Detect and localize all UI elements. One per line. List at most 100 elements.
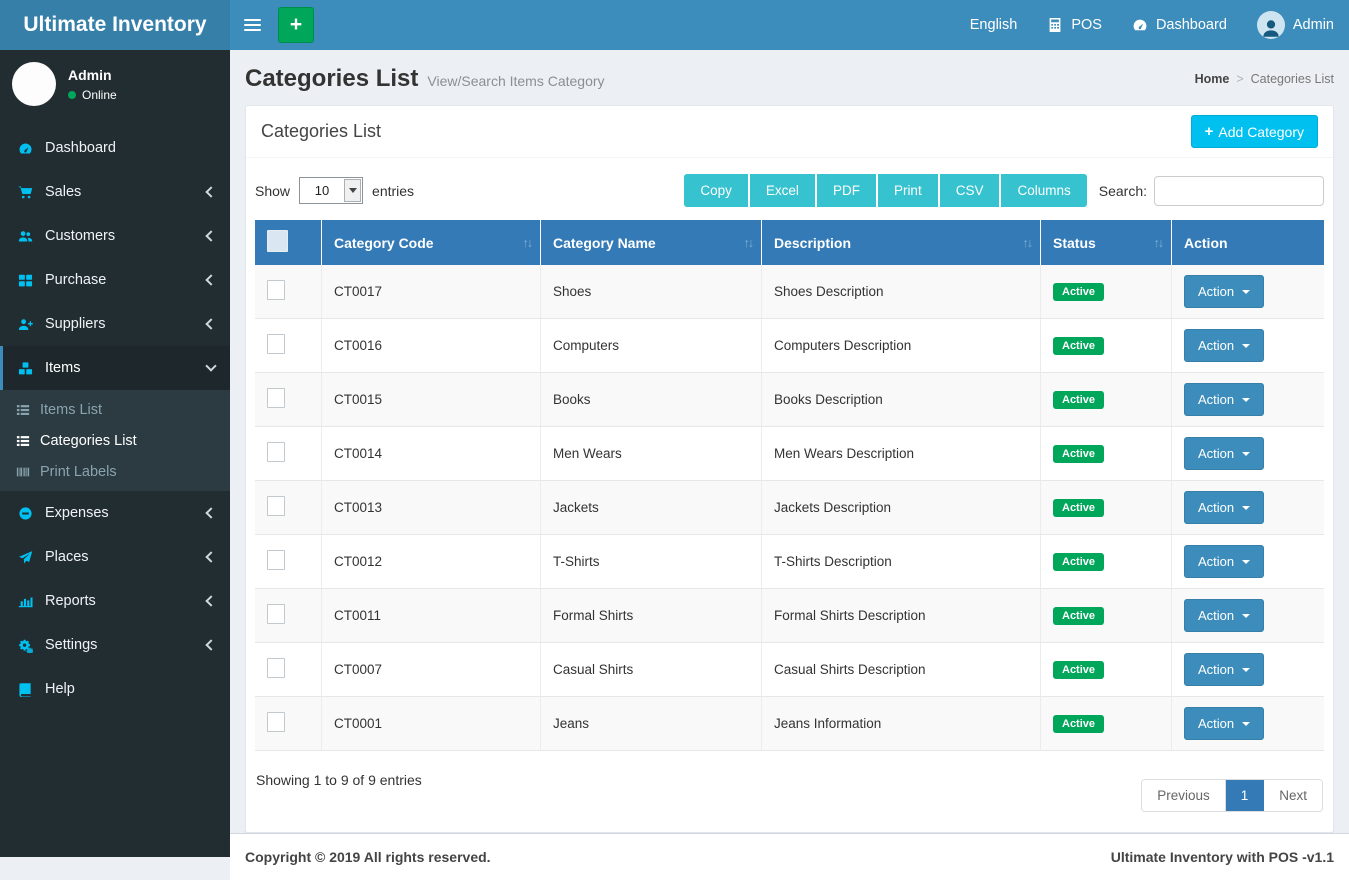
sidebar-item-purchase[interactable]: Purchase — [0, 258, 230, 302]
caret-down-icon — [1242, 343, 1251, 348]
row-action-button[interactable]: Action — [1184, 491, 1265, 524]
brand-logo[interactable]: Ultimate Inventory — [0, 0, 230, 50]
user-status[interactable]: Online — [68, 88, 117, 102]
sidebar-item-customers[interactable]: Customers — [0, 214, 230, 258]
sidebar-item-help[interactable]: Help — [0, 667, 230, 711]
search-input[interactable] — [1154, 175, 1324, 206]
quick-add-button[interactable]: + — [278, 7, 314, 43]
cell-category-code: CT0016 — [322, 319, 541, 373]
sidebar-item-items[interactable]: Items — [0, 346, 230, 390]
caret-down-icon — [1242, 397, 1251, 402]
columns-export-button[interactable]: Columns — [1001, 174, 1087, 207]
sidebar-item-label: Help — [45, 681, 75, 697]
row-action-button[interactable]: Action — [1184, 545, 1265, 578]
navbar-item-admin[interactable]: Admin — [1242, 0, 1349, 50]
row-action-button[interactable]: Action — [1184, 599, 1265, 632]
caret-down-icon — [1242, 289, 1251, 294]
sidebar-item-suppliers[interactable]: Suppliers — [0, 302, 230, 346]
column-header-status[interactable]: Status ↑↓ — [1041, 220, 1172, 265]
sidebar-subitem-items-list[interactable]: Items List — [0, 394, 230, 425]
print-export-button[interactable]: Print — [877, 174, 940, 207]
cell-category-name: Casual Shirts — [541, 643, 762, 697]
cell-category-name: Men Wears — [541, 427, 762, 481]
status-badge: Active — [1053, 714, 1105, 733]
sidebar-toggle-icon[interactable] — [230, 0, 274, 50]
row-action-button[interactable]: Action — [1184, 653, 1265, 686]
pagination-previous-button[interactable]: Previous — [1142, 780, 1226, 811]
navbar-item-label: English — [969, 17, 1018, 33]
table-row: CT0015 Books Books Description Active Ac… — [255, 373, 1324, 427]
select-all-checkbox[interactable] — [267, 230, 288, 252]
chevron-icon — [205, 507, 217, 519]
sidebar-item-places[interactable]: Places — [0, 535, 230, 579]
cell-status: Active — [1041, 535, 1172, 589]
cell-category-code: CT0001 — [322, 697, 541, 751]
row-checkbox[interactable] — [267, 712, 285, 732]
excel-export-button[interactable]: Excel — [749, 174, 817, 207]
csv-export-button[interactable]: CSV — [939, 174, 1002, 207]
row-action-button[interactable]: Action — [1184, 437, 1265, 470]
user-avatar — [1256, 11, 1285, 39]
row-action-button[interactable]: Action — [1184, 329, 1265, 362]
cubes-icon — [18, 361, 45, 376]
sidebar-item-label: Items — [45, 360, 81, 376]
row-checkbox[interactable] — [267, 550, 285, 570]
cell-status: Active — [1041, 373, 1172, 427]
sidebar-item-settings[interactable]: Settings — [0, 623, 230, 667]
status-badge: Active — [1053, 336, 1105, 355]
sidebar-item-dashboard[interactable]: Dashboard — [0, 126, 230, 170]
navbar-item-dashboard[interactable]: Dashboard — [1117, 0, 1242, 50]
row-checkbox[interactable] — [267, 496, 285, 516]
sidebar-subitem-categories-list[interactable]: Categories List — [0, 425, 230, 456]
entries-select[interactable]: 10 — [299, 177, 364, 204]
row-checkbox[interactable] — [267, 604, 285, 624]
home-icon — [1174, 72, 1188, 86]
dashboard-icon — [18, 141, 45, 156]
row-checkbox[interactable] — [267, 442, 285, 462]
row-checkbox[interactable] — [267, 280, 285, 300]
cell-description: Computers Description — [762, 319, 1041, 373]
sidebar-subitem-label: Categories List — [40, 432, 137, 449]
sort-icon: ↑↓ — [522, 235, 533, 250]
add-category-button[interactable]: + Add Category — [1190, 115, 1318, 148]
cell-action: Action — [1172, 643, 1324, 697]
row-checkbox-cell — [255, 481, 322, 535]
cell-category-name: Shoes — [541, 265, 762, 319]
column-header-description[interactable]: Description ↑↓ — [762, 220, 1041, 265]
row-checkbox[interactable] — [267, 334, 285, 354]
pagination-page-1-button[interactable]: 1 — [1225, 780, 1265, 811]
cell-description: Books Description — [762, 373, 1041, 427]
sidebar-item-label: Purchase — [45, 272, 107, 288]
table-row: CT0016 Computers Computers Description A… — [255, 319, 1324, 373]
row-checkbox[interactable] — [267, 658, 285, 678]
chevron-icon — [205, 595, 217, 607]
cell-description: Jeans Information — [762, 697, 1041, 751]
navbar-item-pos[interactable]: POS — [1032, 0, 1117, 50]
navbar-item-english[interactable]: English — [955, 0, 1033, 50]
navbar-item-label: Admin — [1292, 17, 1334, 33]
pdf-export-button[interactable]: PDF — [816, 174, 878, 207]
sidebar-item-reports[interactable]: Reports — [0, 579, 230, 623]
column-header-category-name[interactable]: Category Name ↑↓ — [541, 220, 762, 265]
pagination-next-button[interactable]: Next — [1264, 780, 1322, 811]
sidebar-item-expenses[interactable]: Expenses — [0, 491, 230, 535]
sidebar-subitem-print-labels[interactable]: Print Labels — [0, 456, 230, 487]
grid-icon — [18, 273, 45, 288]
cell-status: Active — [1041, 319, 1172, 373]
caret-down-icon — [1242, 505, 1251, 510]
cell-category-code: CT0007 — [322, 643, 541, 697]
copy-export-button[interactable]: Copy — [684, 174, 750, 207]
row-action-button[interactable]: Action — [1184, 383, 1265, 416]
breadcrumb-home-link[interactable]: Home — [1195, 72, 1230, 86]
gears-icon — [18, 638, 45, 653]
cell-category-name: Jackets — [541, 481, 762, 535]
row-action-button[interactable]: Action — [1184, 707, 1265, 740]
table-header: Category Code ↑↓ Category Name ↑↓ Descriptio… — [255, 220, 1324, 265]
cell-description: Formal Shirts Description — [762, 589, 1041, 643]
sidebar-item-label: Reports — [45, 593, 96, 609]
sidebar-item-sales[interactable]: Sales — [0, 170, 230, 214]
row-checkbox[interactable] — [267, 388, 285, 408]
row-action-button[interactable]: Action — [1184, 275, 1265, 308]
status-badge: Active — [1053, 498, 1105, 517]
column-header-category-code[interactable]: Category Code ↑↓ — [322, 220, 541, 265]
